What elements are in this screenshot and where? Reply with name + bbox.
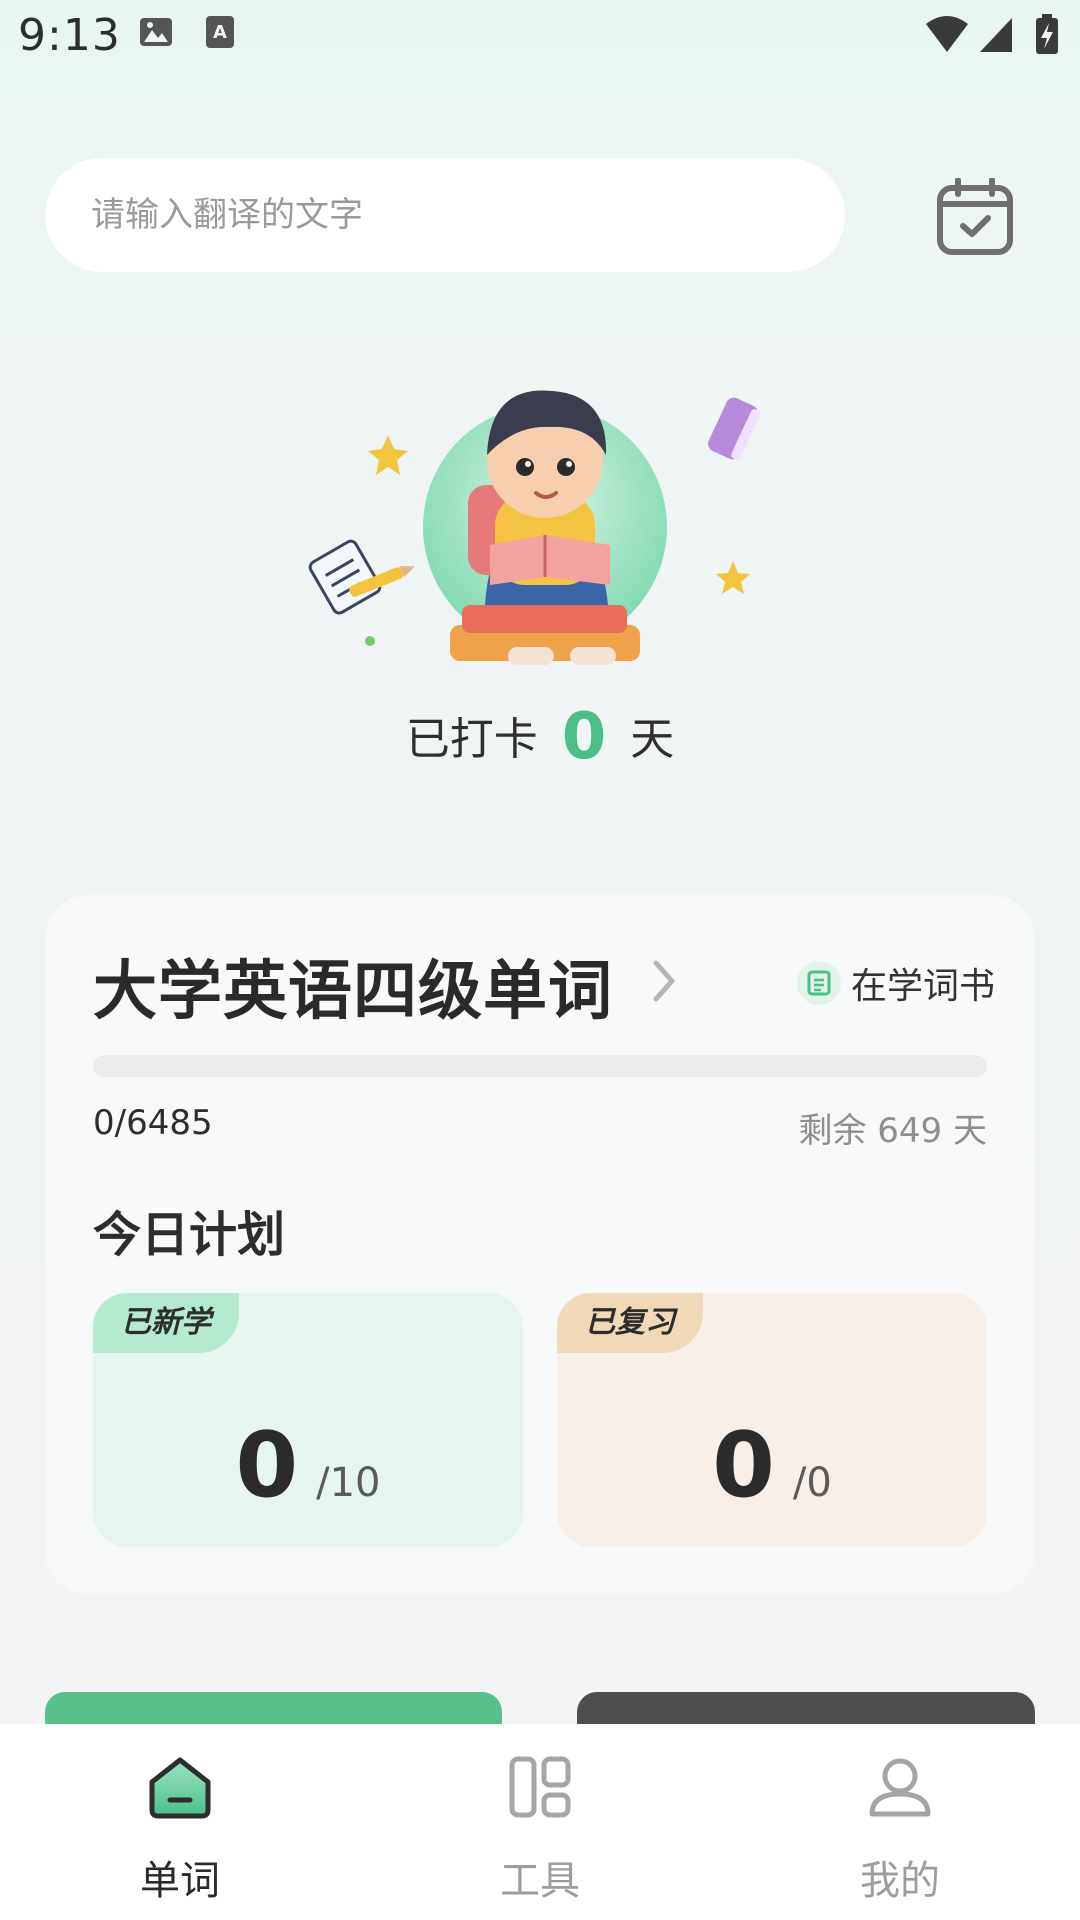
wordbook-title[interactable]: 大学英语四级单词 — [93, 940, 613, 1032]
remaining-days: 剩余 649 天 — [798, 1111, 987, 1151]
home-icon — [149, 1757, 211, 1819]
review-words-total: /0 — [792, 1460, 832, 1506]
grid-icon — [509, 1756, 571, 1818]
status-time: 9:13 — [18, 10, 121, 61]
new-words-tile[interactable]: 已新学 0/10 — [93, 1293, 523, 1547]
review-words-value: 0 — [712, 1413, 775, 1518]
chevron-right-icon[interactable] — [650, 957, 680, 1005]
keyboard-notification-icon: A — [206, 16, 234, 48]
reading-boy-illustration — [308, 390, 761, 665]
study-card: 大学英语四级单词 在学词书 0/6485 剩余 649 天 今日计划 已新学 0… — [45, 895, 1035, 1595]
review-words-tile[interactable]: 已复习 0/0 — [557, 1293, 987, 1547]
review-words-label: 已复习 — [557, 1293, 703, 1353]
checkin-prefix: 已打卡 — [405, 714, 538, 765]
signal-icon — [980, 18, 1012, 52]
tab-mine-label: 我的 — [860, 1858, 940, 1904]
calendar-checkin-icon[interactable] — [936, 178, 1014, 256]
tab-tools[interactable]: 工具 — [360, 1724, 720, 1920]
progress-count: 0/6485 — [93, 1103, 213, 1143]
studying-book-label: 在学词书 — [851, 966, 996, 1007]
tab-words-label: 单词 — [140, 1858, 220, 1904]
tab-mine[interactable]: 我的 — [720, 1724, 1080, 1920]
battery-icon — [1036, 14, 1058, 54]
checkin-summary: 已打卡 0 天 — [0, 700, 1080, 774]
tab-tools-label: 工具 — [500, 1858, 580, 1904]
wifi-icon — [926, 16, 968, 52]
image-notification-icon — [140, 18, 172, 46]
new-words-total: /10 — [316, 1460, 381, 1506]
book-list-icon — [797, 961, 841, 1005]
bottom-tab-bar: 单词 工具 我的 — [0, 1724, 1080, 1920]
translate-search-input[interactable] — [89, 194, 793, 236]
new-words-value: 0 — [235, 1413, 299, 1518]
checkin-suffix: 天 — [630, 714, 675, 765]
status-bar: 9:13 A — [0, 0, 1080, 72]
wordbook-progress-bar — [93, 1055, 987, 1077]
checkin-days: 0 — [561, 700, 607, 774]
search-bar[interactable] — [45, 158, 845, 272]
user-icon — [869, 1758, 931, 1817]
svg-text:A: A — [213, 22, 227, 43]
new-words-label: 已新学 — [93, 1293, 239, 1353]
today-plan-title: 今日计划 — [93, 1207, 286, 1263]
tab-words[interactable]: 单词 — [0, 1724, 360, 1920]
studying-book-badge[interactable]: 在学词书 — [797, 957, 995, 1009]
